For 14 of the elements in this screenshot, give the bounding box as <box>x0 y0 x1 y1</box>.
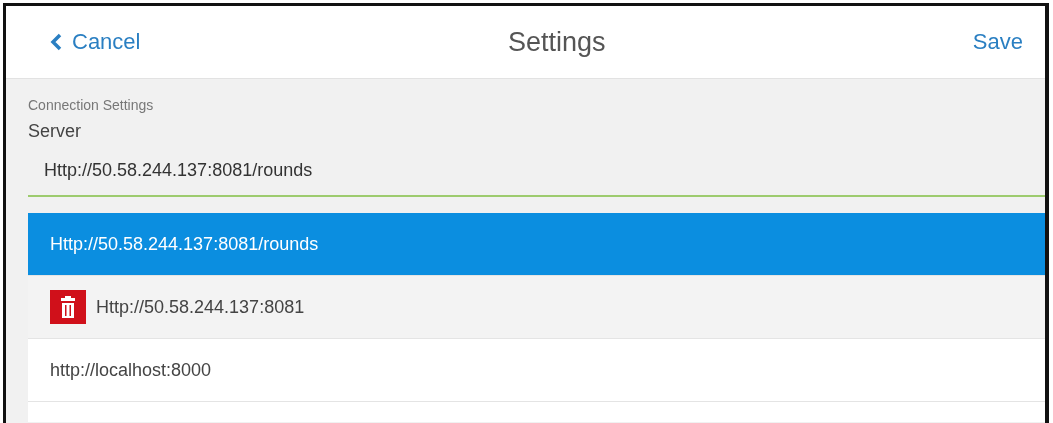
screen-title: Settings <box>507 26 606 58</box>
server-url: Http://50.58.244.137:8081/rounds <box>50 233 319 255</box>
suggestion-item[interactable]: http://localhost:8000 <box>28 339 1045 402</box>
chevron-left-icon <box>50 33 62 51</box>
save-button[interactable]: Save <box>972 29 1023 55</box>
cancel-label[interactable]: Cancel <box>72 29 141 55</box>
server-url: http://localhost:8000 <box>50 359 212 381</box>
server-url: Http://50.58.244.137:8081 <box>96 296 305 318</box>
suggestion-item[interactable]: Http://50.58.244.137:8081/rounds <box>28 213 1045 276</box>
trash-icon[interactable] <box>50 290 86 324</box>
section-heading: Connection Settings <box>28 97 155 113</box>
cancel-button[interactable]: Cancel <box>50 29 141 55</box>
server-field[interactable]: Http://50.58.244.137:8081/rounds <box>28 146 1045 197</box>
field-label: Server <box>28 121 82 142</box>
